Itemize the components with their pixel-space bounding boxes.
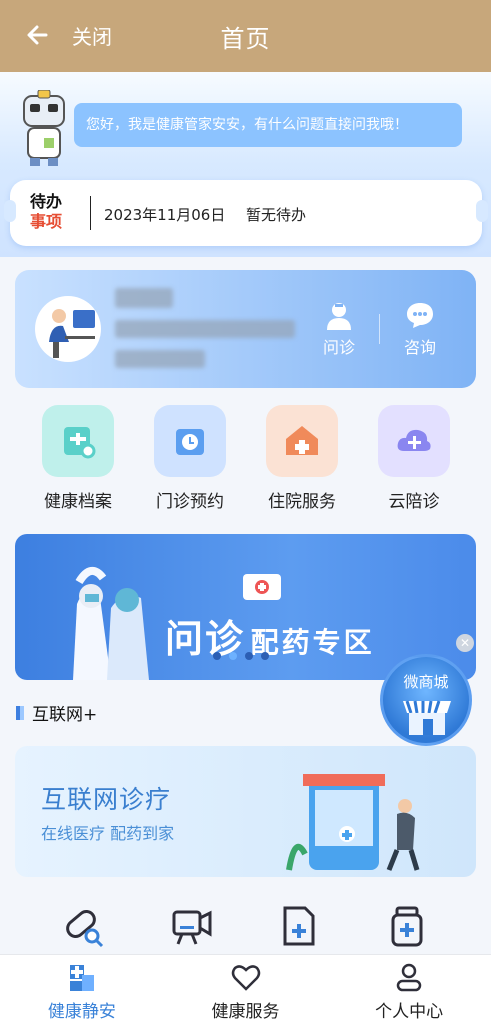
banner-dot[interactable] bbox=[261, 652, 269, 660]
actions-divider bbox=[379, 314, 380, 344]
section-marker bbox=[16, 705, 24, 720]
video-consult-icon[interactable] bbox=[170, 904, 214, 948]
quick-item-cloud-escort[interactable]: 云陪诊 bbox=[358, 405, 470, 515]
cloud-plus-icon bbox=[378, 405, 450, 477]
shop-icon bbox=[403, 700, 451, 735]
online-clinic-illustration bbox=[286, 774, 420, 871]
card-notch-left bbox=[4, 200, 16, 222]
medicine-bottle-icon[interactable] bbox=[385, 904, 429, 948]
banner-dot[interactable] bbox=[245, 652, 253, 660]
banner-text-small: 配药专区 bbox=[250, 626, 375, 659]
consult-doctor-button[interactable]: 问诊 bbox=[309, 300, 369, 358]
home-plus-icon bbox=[69, 965, 94, 991]
todo-status: 暂无待办 bbox=[246, 206, 307, 224]
tab-health-service[interactable]: 健康服务 bbox=[164, 955, 328, 1024]
heart-icon bbox=[231, 965, 260, 991]
section-title-text: 互联网+ bbox=[32, 705, 98, 725]
profile-actions: 问诊 咨询 bbox=[309, 300, 450, 358]
todo-card[interactable]: 待办 事项 2023年11月06日 暂无待办 bbox=[4, 180, 488, 246]
profile-card[interactable]: 问诊 咨询 bbox=[15, 270, 476, 388]
tab-label: 健康服务 bbox=[211, 1002, 280, 1022]
quick-label: 住院服务 bbox=[268, 492, 336, 512]
tab-health-jingan[interactable]: 健康静安 bbox=[0, 955, 164, 1024]
avatar bbox=[35, 296, 101, 362]
quick-label: 云陪诊 bbox=[388, 492, 440, 512]
doctor-avatar-icon bbox=[49, 309, 95, 358]
quick-item-outpatient-booking[interactable]: 门诊预约 bbox=[134, 405, 246, 515]
banner-dot-active[interactable] bbox=[229, 652, 237, 660]
top-bar: 关闭 首页 bbox=[0, 0, 491, 72]
quick-menu: 健康档案 门诊预约 住院服务 云陪诊 bbox=[0, 405, 491, 515]
micro-mall-button[interactable]: 微商城 bbox=[380, 654, 472, 746]
card-notch-right bbox=[476, 200, 488, 222]
blurred-info bbox=[115, 320, 295, 338]
doctor-icon bbox=[327, 303, 351, 330]
quick-label: 门诊预约 bbox=[156, 492, 224, 512]
tools-row bbox=[0, 904, 491, 954]
tab-label: 个人中心 bbox=[375, 1002, 444, 1022]
todo-badge: 待办 事项 bbox=[30, 192, 78, 236]
assistant-message[interactable]: 您好，我是健康管家安安，有什么问题直接问我哦！ bbox=[74, 103, 462, 147]
consult-doctor-label: 问诊 bbox=[322, 338, 355, 357]
close-floating-icon[interactable]: ✕ bbox=[456, 634, 474, 652]
clock-calendar-icon bbox=[154, 405, 226, 477]
quick-label: 健康档案 bbox=[44, 492, 112, 512]
bottom-tab-bar: 健康静安 健康服务 个人中心 bbox=[0, 954, 491, 1024]
todo-badge-line1: 待办 bbox=[30, 192, 63, 211]
page-title: 首页 bbox=[220, 25, 271, 53]
section-title: 互联网+ bbox=[16, 700, 97, 725]
assistant-robot-icon bbox=[23, 90, 65, 166]
internet-clinic-card[interactable]: 互联网诊疗 在线医疗 配药到家 bbox=[15, 746, 476, 877]
banner-pagination bbox=[213, 652, 269, 660]
internet-card-title: 互联网诊疗 bbox=[41, 785, 172, 814]
micro-mall-label: 微商城 bbox=[403, 673, 449, 691]
todo-badge-line2: 事项 bbox=[30, 212, 63, 231]
user-icon bbox=[396, 963, 422, 992]
tab-personal-center[interactable]: 个人中心 bbox=[327, 955, 491, 1024]
chat-icon bbox=[407, 303, 433, 328]
quick-item-inpatient-service[interactable]: 住院服务 bbox=[246, 405, 358, 515]
banner-dot[interactable] bbox=[213, 652, 221, 660]
banner-text: 问诊 配药专区 bbox=[165, 608, 375, 663]
add-document-icon[interactable] bbox=[277, 904, 321, 948]
todo-date: 2023年11月06日 bbox=[104, 206, 226, 224]
blurred-id bbox=[115, 350, 205, 368]
internet-card-subtitle: 在线医疗 配药到家 bbox=[41, 824, 175, 843]
hospital-house-icon bbox=[266, 405, 338, 477]
quick-item-health-record[interactable]: 健康档案 bbox=[22, 405, 134, 515]
blurred-name bbox=[115, 288, 173, 308]
todo-divider bbox=[90, 196, 91, 230]
inquiry-button[interactable]: 咨询 bbox=[390, 300, 450, 358]
medicine-box-icon bbox=[243, 574, 281, 600]
health-record-icon bbox=[42, 405, 114, 477]
inquiry-label: 咨询 bbox=[403, 338, 436, 357]
pill-search-icon[interactable] bbox=[62, 904, 106, 948]
tab-label: 健康静安 bbox=[47, 1002, 116, 1022]
